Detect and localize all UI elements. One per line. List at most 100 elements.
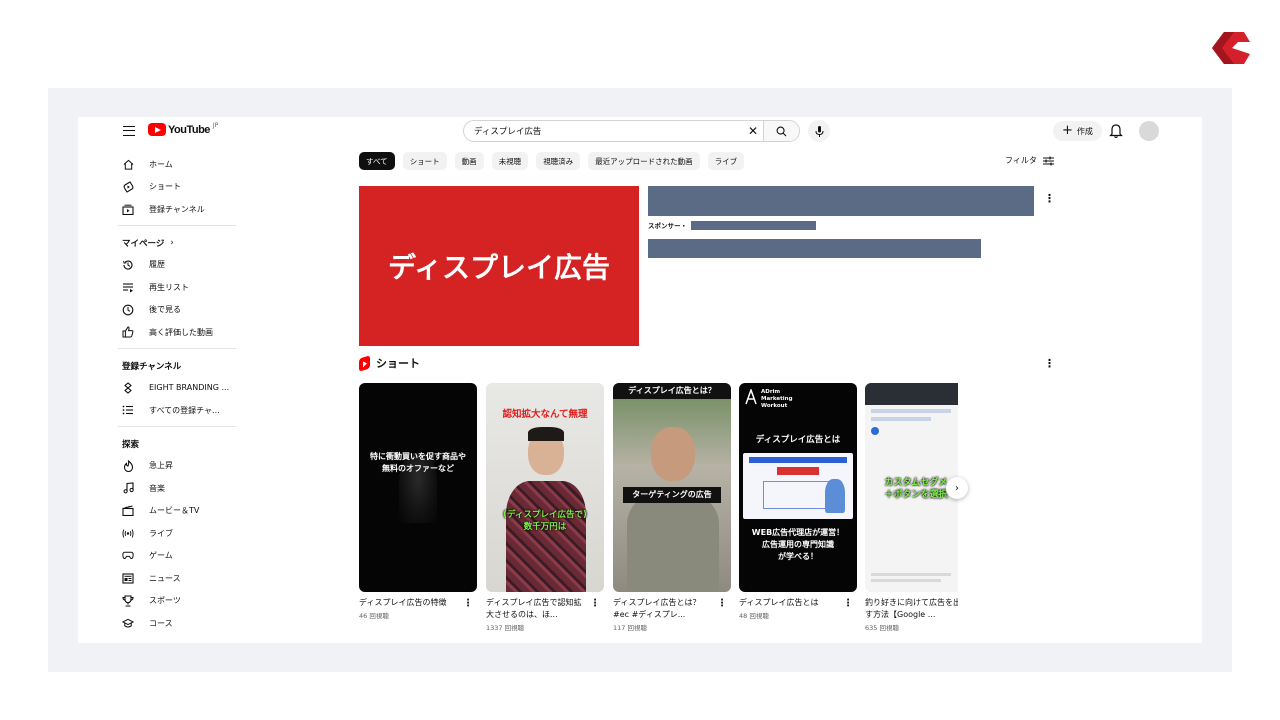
- clock-icon: [122, 304, 134, 316]
- adrim-logo: ADrim Marketing Workout: [745, 389, 793, 410]
- sidebar-item-label: 登録チャンネル: [149, 204, 205, 214]
- sidebar-item-label: EIGHT BRANDING ...: [149, 383, 230, 393]
- short-more-icon[interactable]: ⋮: [463, 598, 473, 609]
- menu-icon[interactable]: [123, 126, 135, 136]
- short-thumbnail[interactable]: ディスプレイ広告とは？ ターゲティングの広告: [613, 383, 731, 592]
- sidebar-item-live[interactable]: ライブ: [78, 522, 248, 545]
- mic-icon: [815, 125, 823, 137]
- shelf-more-icon[interactable]: ⋮: [1044, 358, 1055, 369]
- sidebar-item-label: ニュース: [149, 573, 181, 583]
- filter-button[interactable]: フィルタ: [1005, 155, 1054, 166]
- overlay-line: ＋ボタンを選択: [884, 490, 948, 500]
- live-icon: [122, 527, 134, 539]
- short-overlay-mid: カスタムセグメ ＋ボタンを選択: [865, 477, 958, 501]
- sidebar-item-playlists[interactable]: 再生リスト: [78, 276, 248, 299]
- shorts-heading: ショート: [376, 357, 420, 370]
- short-card[interactable]: ディスプレイ広告とは？ ターゲティングの広告 ディスプレイ広告とは？#ec #デ…: [613, 383, 731, 632]
- youtube-logo[interactable]: YouTube JP: [148, 122, 218, 136]
- sidebar-item-label: ゲーム: [149, 551, 173, 561]
- search-box: ✕: [463, 120, 800, 142]
- chip-videos[interactable]: 動画: [454, 152, 484, 170]
- ad-thumbnail[interactable]: ディスプレイ広告: [359, 186, 639, 346]
- shelf-next-button[interactable]: ›: [946, 477, 968, 499]
- sidebar-item-trending[interactable]: 急上昇: [78, 455, 248, 478]
- sidebar-divider: [118, 224, 236, 226]
- avatar[interactable]: [1139, 121, 1159, 141]
- sidebar-heading-you[interactable]: マイページ ›: [78, 232, 248, 254]
- sidebar-item-channel[interactable]: EIGHT BRANDING ...: [78, 377, 248, 400]
- overlay-line: 広告運用の専門知識: [762, 540, 834, 549]
- sidebar-item-gaming[interactable]: ゲーム: [78, 545, 248, 568]
- voice-search-button[interactable]: [808, 120, 830, 142]
- sidebar-item-shorts[interactable]: ショート: [78, 176, 248, 199]
- short-thumbnail[interactable]: ADrim Marketing Workout ディスプレイ広告とは WEB広告…: [739, 383, 857, 592]
- chip-unwatched[interactable]: 未視聴: [491, 152, 529, 170]
- playlist-icon: [122, 281, 134, 293]
- short-overlay-bottom: WEB広告代理店が運営！ 広告運用の専門知識 が学べる！: [739, 527, 857, 563]
- short-overlay-top: 認知拡大なんて無理: [502, 409, 588, 420]
- logo-line: Workout: [761, 403, 788, 409]
- short-title[interactable]: ディスプレイ広告とは？#ec #ディスプレ...: [613, 597, 709, 621]
- short-card[interactable]: 認知拡大なんて無理 (ディスプレイ広告で) 数千万円は ディスプレイ広告で認知拡…: [486, 383, 604, 632]
- sidebar-item-music[interactable]: 音楽: [78, 477, 248, 500]
- shorts-logo-icon: [359, 354, 370, 372]
- overlay-line: カスタムセグメ: [884, 478, 948, 488]
- sidebar-item-watch-later[interactable]: 後で見る: [78, 299, 248, 322]
- gaming-icon: [122, 550, 134, 562]
- search-input[interactable]: [464, 121, 743, 141]
- search-button[interactable]: [763, 121, 799, 141]
- short-title[interactable]: ディスプレイ広告で認知拡大させるのは、ほ...: [486, 597, 582, 621]
- chip-all[interactable]: すべて: [359, 152, 395, 170]
- overlay-line: 数千万円は: [523, 522, 567, 532]
- create-button[interactable]: + 作成: [1053, 121, 1102, 141]
- short-more-icon[interactable]: ⋮: [843, 598, 853, 609]
- hair-image: [528, 427, 564, 441]
- screen-line-image: [871, 409, 951, 413]
- chip-watched[interactable]: 視聴済み: [536, 152, 581, 170]
- chip-live[interactable]: ライブ: [707, 152, 745, 170]
- ad-thumbnail-text: ディスプレイ広告: [387, 251, 611, 284]
- short-title[interactable]: ディスプレイ広告とは: [739, 597, 835, 609]
- short-more-icon[interactable]: ⋮: [717, 598, 727, 609]
- short-thumbnail[interactable]: 認知拡大なんて無理 (ディスプレイ広告で) 数千万円は: [486, 383, 604, 592]
- overlay-line: WEB広告代理店が運営！: [751, 528, 845, 537]
- sidebar-item-history[interactable]: 履歴: [78, 254, 248, 277]
- sidebar-item-news[interactable]: ニュース: [78, 567, 248, 590]
- shorts-shelf-header: ショート: [359, 354, 420, 372]
- search-icon: [776, 126, 787, 136]
- ad-more-icon[interactable]: ⋮: [1044, 193, 1055, 204]
- movie-icon: [122, 505, 134, 517]
- channel-icon: [122, 382, 134, 394]
- short-card[interactable]: 特に衝動買いを促す商品や 無料のオファーなど ディスプレイ広告の特徴 46 回視…: [359, 383, 477, 620]
- sidebar-item-movies[interactable]: ムービー＆TV: [78, 500, 248, 523]
- short-more-icon[interactable]: ⋮: [590, 598, 600, 609]
- sidebar-item-subscriptions[interactable]: 登録チャンネル: [78, 198, 248, 221]
- short-card[interactable]: ADrim Marketing Workout ディスプレイ広告とは WEB広告…: [739, 383, 857, 620]
- chip-shorts[interactable]: ショート: [402, 152, 447, 170]
- clear-icon[interactable]: ✕: [743, 124, 763, 138]
- short-card[interactable]: カスタムセグメ ＋ボタンを選択 釣り好きに向けて広告を出す方法【Google .…: [865, 383, 958, 632]
- sidebar-item-courses[interactable]: コース: [78, 612, 248, 635]
- short-overlay-top: ディスプレイ広告とは？: [628, 386, 716, 395]
- sidebar-item-home[interactable]: ホーム: [78, 153, 248, 176]
- bell-icon[interactable]: [1109, 123, 1123, 139]
- short-views: 117 回視聴: [613, 624, 647, 632]
- short-title[interactable]: 釣り好きに向けて広告を出す方法【Google ...: [865, 597, 958, 621]
- news-icon: [122, 572, 134, 584]
- short-views: 635 回視聴: [865, 624, 899, 632]
- overlay-line: が学べる！: [778, 552, 818, 561]
- sidebar-item-liked-videos[interactable]: 高く評価した動画: [78, 321, 248, 344]
- short-thumbnail[interactable]: 特に衝動買いを促す商品や 無料のオファーなど: [359, 383, 477, 592]
- sidebar-item-all-subscriptions[interactable]: すべての登録チャ...: [78, 399, 248, 422]
- slide-header-bar: [749, 457, 847, 463]
- sidebar-item-sports[interactable]: スポーツ: [78, 590, 248, 613]
- short-title[interactable]: ディスプレイ広告の特徴: [359, 597, 455, 609]
- short-thumbnail[interactable]: カスタムセグメ ＋ボタンを選択: [865, 383, 958, 592]
- chip-recently-uploaded[interactable]: 最近アップロードされた動画: [588, 152, 700, 170]
- sidebar-item-label: ホーム: [149, 159, 173, 169]
- logo-line: Marketing: [761, 396, 793, 402]
- history-icon: [122, 259, 134, 271]
- slide-label-bar: [777, 467, 819, 475]
- ad-title-redacted[interactable]: [648, 186, 1034, 216]
- screen-dot-image: [871, 427, 879, 435]
